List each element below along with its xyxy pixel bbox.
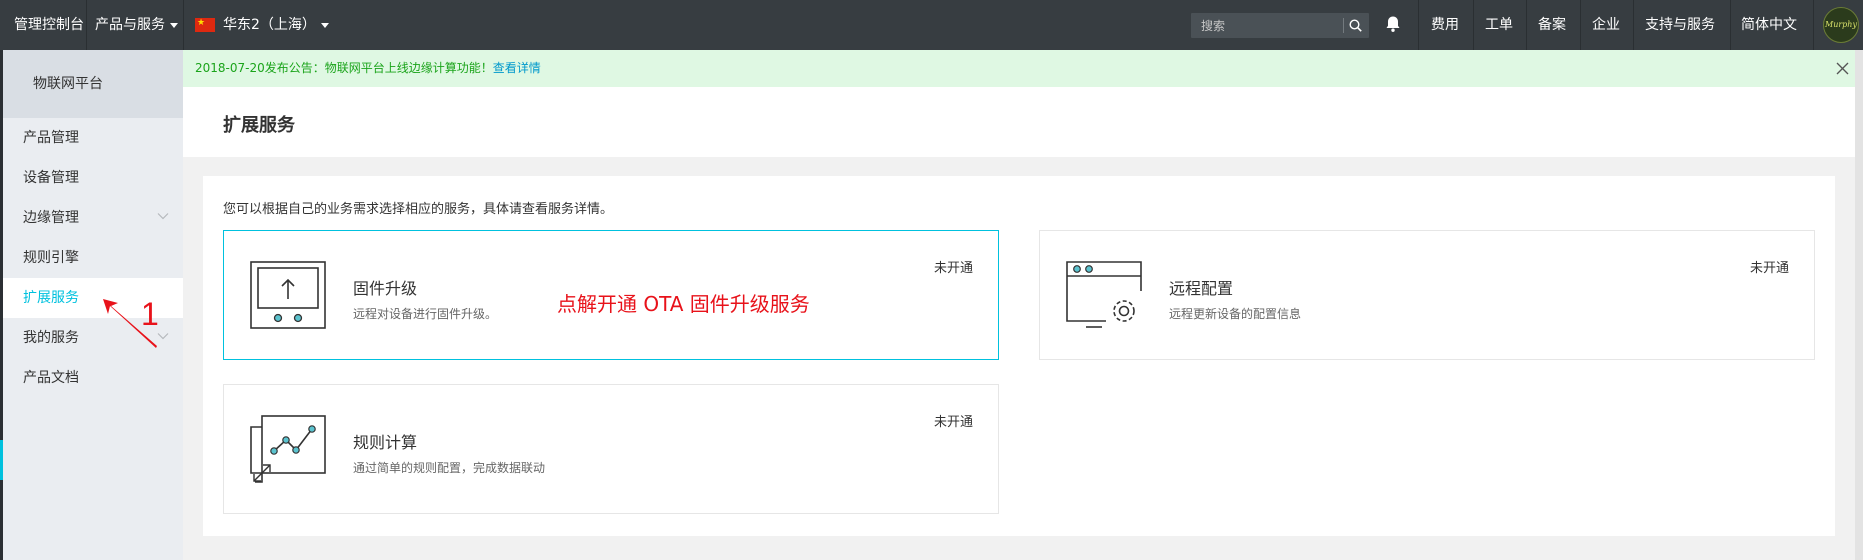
nav-link-tickets[interactable]: 工单 <box>1485 0 1513 50</box>
sidebar-item-product-management[interactable]: 产品管理 <box>3 118 183 158</box>
remote-config-icon <box>1066 261 1142 328</box>
sidebar-item-edge-management[interactable]: 边缘管理 <box>3 198 183 238</box>
sidebar-item-label: 我的服务 <box>23 330 79 346</box>
firmware-upgrade-icon <box>250 261 326 329</box>
service-card-title: 远程配置 <box>1169 279 1234 298</box>
service-status-badge: 未开通 <box>933 261 973 276</box>
sidebar-item-label: 边缘管理 <box>23 210 79 226</box>
nav-divider <box>1730 0 1731 50</box>
service-card-subtitle: 远程更新设备的配置信息 <box>1169 307 1302 321</box>
service-card-remote-config[interactable]: 远程配置 远程更新设备的配置信息 未开通 <box>1039 230 1815 360</box>
page-title: 扩展服务 <box>223 115 295 136</box>
service-card-title: 规则计算 <box>353 433 418 452</box>
nav-divider <box>1580 0 1581 50</box>
nav-link-fees[interactable]: 费用 <box>1431 0 1459 50</box>
nav-link-support[interactable]: 支持与服务 <box>1645 0 1715 50</box>
sidebar-item-product-docs[interactable]: 产品文档 <box>3 358 183 398</box>
nav-divider <box>1418 0 1419 50</box>
search-icon[interactable] <box>1349 19 1362 32</box>
caret-down-icon <box>320 22 329 28</box>
sidebar-item-device-management[interactable]: 设备管理 <box>3 158 183 198</box>
sidebar-item-rules-engine[interactable]: 规则引擎 <box>3 238 183 278</box>
china-flag-icon <box>195 16 215 32</box>
announcement-bar: 2018-07-20发布公告：物联网平台上线边缘计算功能！查看详情 <box>183 50 1855 87</box>
search-input[interactable] <box>1191 13 1341 38</box>
region-label: 华东2（上海） <box>223 17 316 33</box>
service-card-subtitle: 远程对设备进行固件升级。 <box>353 307 498 321</box>
announcement-details-link[interactable]: 查看详情 <box>493 61 541 75</box>
page-scrollbar[interactable] <box>1855 50 1863 560</box>
announcement-text: 2018-07-20发布公告：物联网平台上线边缘计算功能！ <box>195 61 493 75</box>
sidebar-item-label: 设备管理 <box>23 170 79 186</box>
search-divider <box>1343 18 1344 33</box>
nav-divider <box>1473 0 1474 50</box>
search-box <box>1191 13 1369 38</box>
service-card-subtitle: 通过简单的规则配置，完成数据联动 <box>353 461 546 475</box>
sidebar-title: 物联网平台 <box>3 50 183 118</box>
sidebar-item-label: 产品文档 <box>23 370 79 386</box>
nav-link-filing[interactable]: 备案 <box>1538 0 1566 50</box>
nav-divider <box>183 0 184 50</box>
user-avatar[interactable]: Murphy <box>1823 7 1859 43</box>
bell-icon[interactable] <box>1384 15 1402 33</box>
chevron-down-icon <box>157 213 169 220</box>
service-status-badge: 未开通 <box>1749 261 1789 276</box>
services-panel: 您可以根据自己的业务需求选择相应的服务，具体请查看服务详情。 固件升级 远程对设… <box>203 176 1835 536</box>
sidebar-item-label: 规则引擎 <box>23 250 79 266</box>
close-icon[interactable] <box>1836 62 1849 75</box>
nav-divider <box>1633 0 1634 50</box>
sidebar-item-label: 扩展服务 <box>23 290 79 306</box>
annotation-text: 点解开通 OTA 固件升级服务 <box>557 292 810 316</box>
region-selector[interactable]: 华东2（上海） <box>195 0 329 50</box>
annotation-arrow-icon <box>103 299 157 348</box>
rule-computing-icon <box>250 415 326 483</box>
top-nav-bar: 管理控制台 产品与服务 华东2（上海） 费用 工单 备案 企业 支持与服务 简体… <box>0 0 1863 50</box>
services-description: 您可以根据自己的业务需求选择相应的服务，具体请查看服务详情。 <box>223 202 614 217</box>
nav-divider <box>86 0 87 50</box>
console-link[interactable]: 管理控制台 <box>14 0 84 50</box>
service-card-title: 固件升级 <box>353 279 418 298</box>
caret-down-icon <box>170 22 178 28</box>
nav-divider <box>1813 0 1814 50</box>
products-menu-label: 产品与服务 <box>95 17 165 33</box>
nav-link-enterprise[interactable]: 企业 <box>1592 0 1620 50</box>
sidebar-item-label: 产品管理 <box>23 130 79 146</box>
service-card-rule-computing[interactable]: 规则计算 通过简单的规则配置，完成数据联动 未开通 <box>223 384 999 514</box>
service-status-badge: 未开通 <box>933 415 973 430</box>
page-header: 扩展服务 <box>183 87 1855 157</box>
nav-divider <box>1526 0 1527 50</box>
language-selector[interactable]: 简体中文 <box>1741 0 1797 50</box>
products-menu[interactable]: 产品与服务 <box>95 0 178 50</box>
